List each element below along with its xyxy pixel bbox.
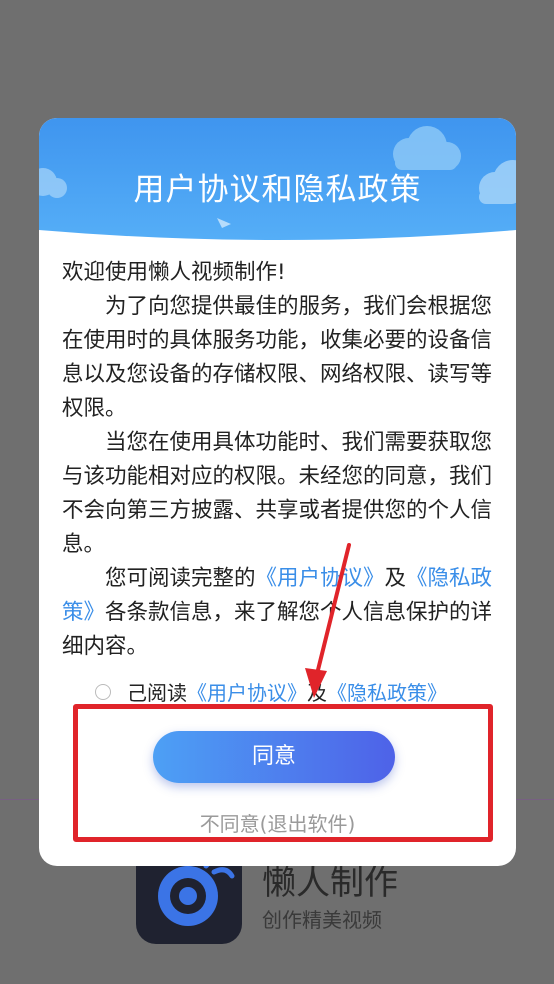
read-confirm-prefix: 己阅读 — [127, 681, 187, 705]
dialog-body: 欢迎使用懒人视频制作! 为了向您提供最佳的服务，我们会根据您在使用时的具体服务功… — [62, 256, 498, 664]
confirm-and: 及 — [307, 681, 327, 705]
para3-and: 及 — [384, 566, 407, 591]
paragraph-2: 当您在使用具体功能时、我们需要获取您与该功能相对应的权限。未经您的同意，我们不会… — [62, 430, 493, 557]
paragraph-1: 为了向您提供最佳的服务，我们会根据您在使用时的具体服务功能，收集必要的设备信息以… — [62, 294, 493, 421]
dialog-header: 用户协议和隐私政策 — [39, 118, 516, 246]
dialog-title: 用户协议和隐私政策 — [133, 172, 422, 208]
confirm-user-agreement-link[interactable]: 《用户协议》 — [187, 677, 307, 706]
para3-prefix: 您可阅读完整的 — [105, 566, 256, 591]
confirm-privacy-policy-link[interactable]: 《隐私政策》 — [327, 677, 447, 706]
greeting-text: 欢迎使用懒人视频制作! — [62, 260, 286, 285]
read-confirm-radio[interactable] — [95, 683, 111, 700]
highlight-box — [73, 704, 493, 842]
para3-suffix: 各条款信息，来了解您个人信息保护的详细内容。 — [62, 600, 493, 659]
user-agreement-link[interactable]: 《用户协议》 — [256, 566, 385, 591]
read-confirm-row: 己阅读 《用户协议》 及 《隐私政策》 — [95, 677, 447, 706]
app-slogan: 创作精美视频 — [262, 908, 382, 932]
paragraph-3: 您可阅读完整的《用户协议》及《隐私政策》各条款信息，来了解您个人信息保护的详细内… — [62, 562, 498, 664]
